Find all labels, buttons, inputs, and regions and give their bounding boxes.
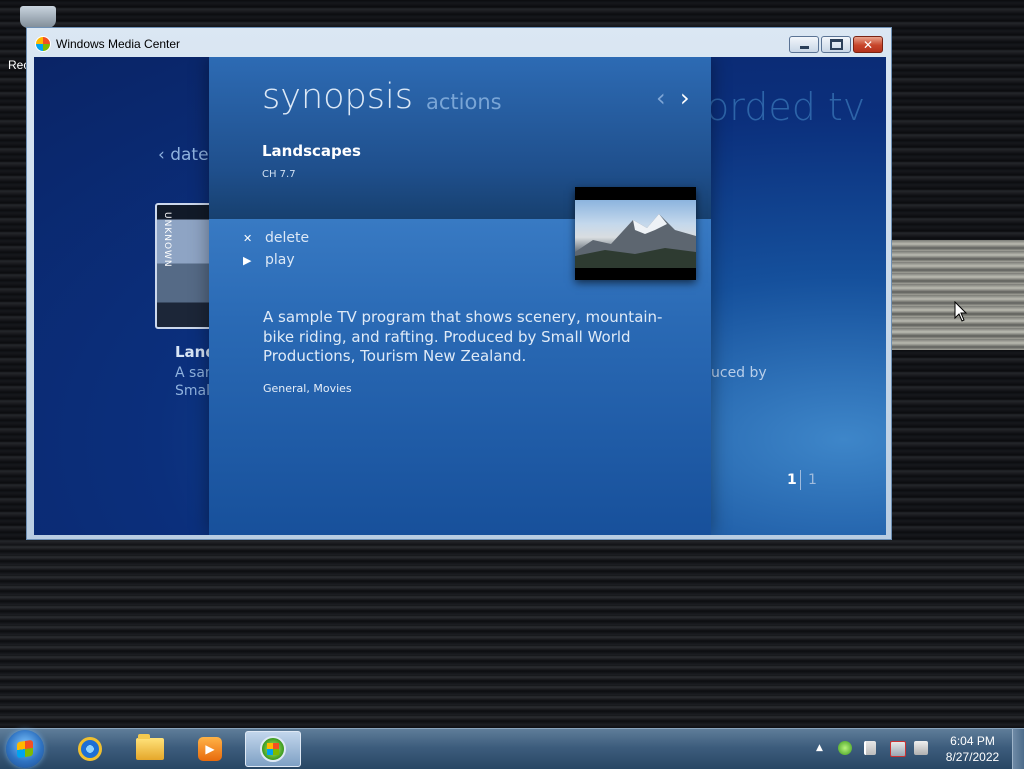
delete-icon: ✕	[243, 232, 253, 245]
delete-label: delete	[265, 230, 310, 246]
show-hidden-icons-icon[interactable]: ▲	[816, 744, 823, 753]
page-separator	[800, 470, 801, 490]
maximize-icon	[829, 39, 843, 50]
maximize-button[interactable]	[821, 36, 851, 53]
play-icon: ▶	[243, 254, 252, 267]
program-title: Landscapes	[262, 142, 361, 160]
desktop-wallpaper-highlight	[880, 240, 1024, 350]
desktop-wallpaper-band	[0, 545, 1024, 725]
close-icon: ✕	[862, 37, 874, 52]
sort-by-date-label: date	[170, 145, 209, 165]
play-label: play	[265, 252, 295, 268]
taskbar-media-player[interactable]: ▶	[182, 731, 238, 767]
clock-date[interactable]: 8/27/2022	[930, 750, 1015, 764]
taskbar-internet-explorer[interactable]	[62, 731, 118, 767]
details-panel: synopsis actions ‹ › Landscapes CH 7.7 ✕…	[209, 57, 711, 535]
minimize-icon	[799, 46, 809, 49]
tab-synopsis[interactable]: synopsis	[262, 77, 413, 117]
tab-actions[interactable]: actions	[426, 90, 502, 114]
recording-desc-right: uced by	[711, 365, 767, 381]
media-center-tray-icon[interactable]	[838, 741, 852, 755]
folder-icon	[136, 734, 164, 760]
show-desktop-button[interactable]	[1012, 729, 1024, 769]
mountain-image	[575, 200, 696, 268]
window-title: Windows Media Center	[56, 37, 181, 51]
media-center-window: Windows Media Center ✕ orded tv ‹ date U…	[26, 27, 892, 540]
close-button[interactable]: ✕	[853, 36, 883, 53]
network-icon[interactable]	[890, 741, 906, 757]
program-channel: CH 7.7	[262, 169, 296, 180]
previous-arrow-icon[interactable]: ‹	[656, 86, 666, 110]
media-center-content: orded tv ‹ date UNKNOWN Land A sam Small…	[34, 57, 886, 535]
start-button[interactable]	[6, 730, 44, 768]
page-current: 1	[787, 472, 797, 488]
recorded-tv-title: orded tv	[706, 85, 866, 129]
taskbar: ▶ ▲ 6:04 PM 8/27/2022	[0, 728, 1024, 769]
action-center-flag-icon[interactable]	[864, 741, 876, 755]
play-action[interactable]: ▶ play	[243, 252, 295, 268]
clock-time[interactable]: 6:04 PM	[930, 734, 1015, 748]
taskbar-windows-explorer[interactable]	[122, 731, 178, 767]
media-center-icon	[35, 36, 51, 52]
recording-thumbnail-label: UNKNOWN	[162, 212, 172, 268]
mouse-cursor-icon	[954, 301, 968, 322]
volume-muted-icon[interactable]	[914, 741, 928, 755]
taskbar-media-center[interactable]	[245, 731, 301, 767]
minimize-button[interactable]	[789, 36, 819, 53]
program-description: A sample TV program that shows scenery, …	[263, 308, 663, 365]
next-arrow-icon[interactable]: ›	[680, 86, 690, 110]
recycle-bin-icon[interactable]	[20, 6, 56, 28]
program-thumbnail	[575, 187, 696, 280]
windows-logo-icon	[17, 739, 33, 759]
program-genre: General, Movies	[263, 382, 352, 395]
sort-by-date-link[interactable]: ‹ date	[158, 145, 209, 165]
media-center-icon	[260, 736, 286, 762]
media-player-icon: ▶	[198, 737, 222, 761]
internet-explorer-icon	[78, 737, 102, 761]
page-total: 1	[808, 472, 817, 488]
delete-action[interactable]: ✕ delete	[243, 230, 309, 246]
